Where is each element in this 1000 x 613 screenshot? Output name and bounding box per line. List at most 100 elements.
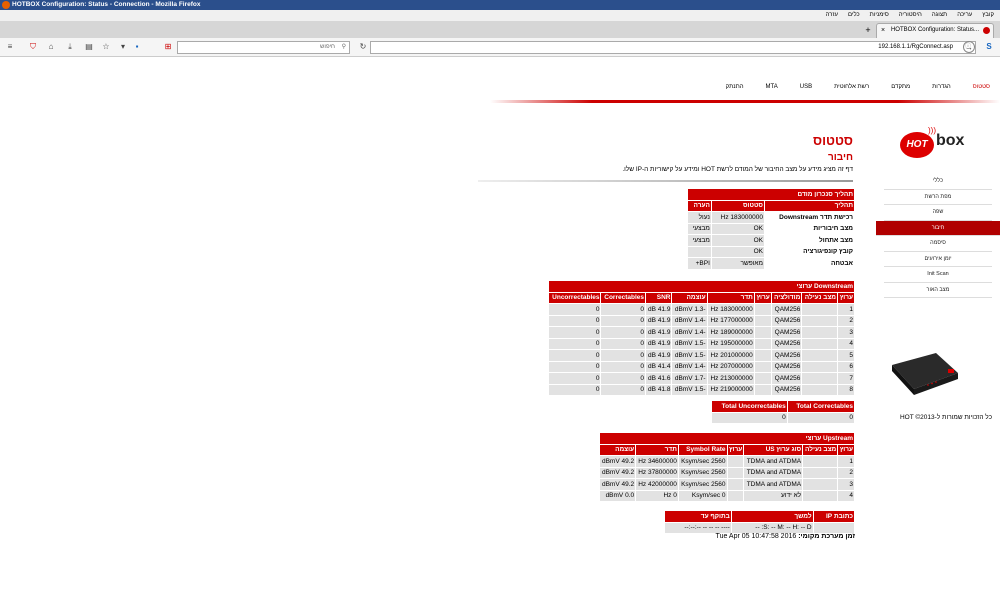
nav-status[interactable]: סטטוס: [973, 84, 990, 90]
table-cell: [726, 478, 745, 491]
table-cell: 2560 Ksym/sec: [677, 478, 728, 491]
table-cell: [801, 314, 839, 327]
table-cell: [753, 326, 772, 339]
home-icon[interactable]: ⌂: [45, 41, 57, 53]
table-cell: [801, 372, 839, 385]
table-cell: [753, 303, 772, 316]
menu-file[interactable]: קובץ: [982, 12, 994, 18]
menu-bar: קובץ עריכה תצוגה היסטוריה סימניות כלים עזרה: [0, 10, 1000, 21]
table-cell: 41.8 dB: [644, 383, 673, 396]
addon-icon[interactable]: ⊞: [162, 41, 174, 53]
table-cell: 7: [837, 372, 855, 385]
bookmark-star-icon[interactable]: ☆: [100, 41, 112, 53]
table-cell: [801, 326, 839, 339]
table-cell: 41.4 dB: [644, 360, 673, 373]
upstream-header: Symbol Rate: [677, 443, 728, 456]
table-cell: 0 Ksym/sec: [677, 489, 728, 502]
menu-help[interactable]: עזרה: [826, 12, 838, 18]
table-cell: 0: [600, 314, 646, 327]
sidebar-item-connection[interactable]: חיבור: [876, 220, 1000, 236]
table-row: 2 TDMA and ATDMA 2560 Ksym/sec 37800000 Hz 4…: [598, 466, 855, 479]
menu-icon[interactable]: ≡: [4, 41, 16, 53]
sidebar: כללי מפת הרשת שפה חיבור סיסמה יומן אירוע…: [876, 174, 1000, 298]
table-cell: 49.2 dBmV: [598, 478, 637, 491]
table-row: 3 QAM256 189000000 Hz -1.4 dBmV 41.9 dB 0 0: [547, 326, 855, 339]
sidebar-item-password[interactable]: סיסמה: [884, 236, 992, 252]
table-cell: 41.9 dB: [644, 349, 673, 362]
back-icon[interactable]: →: [963, 41, 975, 53]
window-title: HOTBOX Configuration: Status - Connectio…: [12, 1, 201, 8]
table-cell: 41.9 dB: [644, 303, 673, 316]
menu-history[interactable]: היסטוריה: [899, 12, 922, 18]
table-cell: רכישת תדר Downstream: [763, 211, 856, 224]
table-row: מצב אתחול OK מבצעי: [687, 234, 856, 247]
shield-icon[interactable]: ⛉: [27, 41, 39, 53]
nav-logout[interactable]: התנתק: [726, 84, 744, 90]
table-cell: נעול: [687, 211, 712, 224]
close-tab-icon[interactable]: ×: [881, 24, 885, 37]
table-cell: QAM256: [770, 360, 803, 373]
table-cell: 8: [837, 383, 855, 396]
sidebar-item-event-log[interactable]: יומן אירועים: [884, 252, 992, 267]
title-divider: [478, 180, 853, 182]
table-cell: [726, 455, 745, 468]
table-cell: [753, 349, 772, 362]
reload-icon[interactable]: ↻: [357, 41, 369, 53]
browser-tab[interactable]: HOTBOX Configuration: Status... ×: [876, 23, 994, 38]
table-cell: 207000000 Hz: [706, 360, 755, 373]
table-cell: [726, 489, 745, 502]
table-cell: [753, 372, 772, 385]
table-cell: 0: [547, 314, 602, 327]
new-tab-icon[interactable]: +: [862, 25, 874, 35]
nav-mta[interactable]: MTA: [766, 84, 778, 90]
totals-table: Total Correctables Total Uncorrectables 0…: [711, 400, 856, 424]
download-icon[interactable]: ⤓: [64, 41, 76, 53]
save-icon[interactable]: ▪: [131, 41, 143, 53]
downstream-header: ערוץ: [753, 291, 772, 304]
table-cell: [687, 245, 712, 258]
hotbox-logo: HOT))) box: [898, 126, 974, 164]
table-cell: TDMA and ATDMA: [743, 466, 804, 479]
nav-usb[interactable]: USB: [800, 84, 812, 90]
table-cell: 3: [837, 326, 855, 339]
nav-wireless[interactable]: רשת אלחוטית: [834, 84, 869, 90]
url-bar[interactable]: 192.168.1.1/RgConnect.asp ⓘ: [370, 41, 976, 54]
table-cell: 0: [547, 360, 602, 373]
menu-view[interactable]: תצוגה: [932, 12, 947, 18]
table-cell: 2: [837, 314, 855, 327]
table-cell: 41.9 dB: [644, 314, 673, 327]
table-row: קובץ קונפיגורציה OK: [687, 245, 856, 258]
menu-bookmarks[interactable]: סימניות: [870, 12, 889, 18]
table-cell: [753, 383, 772, 396]
menu-tools[interactable]: כלים: [848, 12, 860, 18]
search-input[interactable]: חיפוש ⚲: [177, 41, 350, 54]
upstream-table: Upstream ערוצי ערוץ מצב נעילה סוג ערוץ US ע…: [598, 432, 855, 502]
table-cell: 219000000 Hz: [706, 383, 755, 396]
table-cell: [801, 303, 839, 316]
url-text: 192.168.1.1/RgConnect.asp: [878, 44, 953, 50]
local-time-label: זמן מערכת מקומי:: [798, 533, 855, 540]
clipboard-icon[interactable]: ▤: [83, 41, 95, 53]
table-row: 00: [711, 411, 856, 424]
sidebar-item-general[interactable]: כללי: [884, 174, 992, 190]
menu-edit[interactable]: עריכה: [957, 12, 972, 18]
sidebar-item-language[interactable]: שפה: [884, 205, 992, 221]
upstream-header: עוצמה: [598, 443, 637, 456]
table-cell: 4: [837, 489, 855, 502]
table-cell: S: -- M: -- H: -- D: --: [730, 521, 814, 534]
nav-settings[interactable]: הגדרות: [932, 84, 951, 90]
table-cell: 189000000 Hz: [706, 326, 755, 339]
extension-s-icon[interactable]: S: [983, 41, 995, 53]
table-cell: 0: [600, 303, 646, 316]
sidebar-item-network-map[interactable]: מפת הרשת: [884, 190, 992, 205]
table-row: 7 QAM256 213000000 Hz -1.7 dBmV 41.6 dB 0 0: [547, 372, 855, 385]
sidebar-item-light-status[interactable]: מצב האור: [884, 283, 992, 298]
table-cell: 0: [547, 326, 602, 339]
sidebar-item-init-scan[interactable]: Init Scan: [884, 267, 992, 283]
table-row: 8 QAM256 219000000 Hz -1.5 dBmV 41.8 dB 0 0: [547, 383, 855, 396]
table-cell: 0: [600, 326, 646, 339]
nav-advanced[interactable]: מתקדם: [891, 84, 910, 90]
table-cell: 37800000 Hz: [635, 466, 679, 479]
downstream-header: עוצמה: [671, 291, 708, 304]
chevron-down-icon[interactable]: ▾: [117, 41, 129, 53]
